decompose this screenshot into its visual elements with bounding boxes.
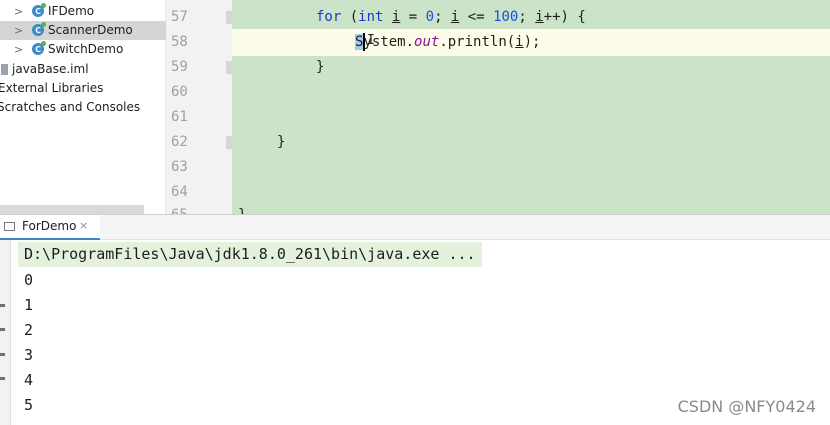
text-caret bbox=[363, 33, 365, 51]
console-line: 0 bbox=[24, 271, 34, 289]
console-line: 3 bbox=[24, 346, 34, 364]
tree-item-scannerdemo[interactable]: > C ScannerDemo bbox=[0, 21, 166, 40]
project-tree: > C IFDemo > C ScannerDemo > C SwitchDem… bbox=[0, 0, 166, 214]
tree-horizontal-scrollbar[interactable] bbox=[0, 205, 144, 214]
chevron-right-icon[interactable]: > bbox=[14, 21, 23, 40]
console-icon bbox=[4, 222, 15, 231]
console-command-line: D:\ProgramFiles\Java\jdk1.8.0_261\bin\ja… bbox=[18, 242, 482, 267]
java-class-icon: C bbox=[32, 22, 46, 36]
chevron-right-icon[interactable]: > bbox=[14, 40, 23, 59]
line-number: 57 bbox=[171, 9, 188, 25]
tree-item-switchdemo[interactable]: > C SwitchDemo bbox=[0, 40, 166, 59]
close-icon[interactable]: × bbox=[79, 219, 88, 232]
tree-item-label: IFDemo bbox=[48, 4, 95, 18]
tree-item-ifdemo[interactable]: > C IFDemo bbox=[0, 2, 166, 21]
fold-marker[interactable] bbox=[226, 136, 232, 149]
tree-item-label: javaBase.iml bbox=[12, 62, 89, 76]
code-line-59: } bbox=[316, 59, 325, 75]
tree-item-iml[interactable]: javaBase.iml bbox=[0, 60, 166, 79]
code-line-65: } bbox=[238, 205, 246, 214]
toolbar-button-icon[interactable] bbox=[0, 353, 5, 356]
tree-item-external-libraries[interactable]: External Libraries bbox=[0, 79, 166, 98]
line-number: 59 bbox=[171, 59, 188, 75]
line-number: 62 bbox=[171, 134, 188, 150]
tree-item-label: Scratches and Consoles bbox=[0, 100, 141, 114]
chevron-right-icon[interactable]: > bbox=[14, 2, 23, 21]
code-line-58: System.out.println(i); bbox=[355, 34, 541, 50]
line-number: 58 bbox=[171, 34, 188, 50]
toolbar-button-icon[interactable] bbox=[0, 377, 5, 380]
code-line-62: } bbox=[277, 134, 286, 150]
code-line-57: for (int i = 0; i <= 100; i++) { bbox=[316, 9, 586, 25]
line-number: 60 bbox=[171, 84, 188, 100]
line-number: 63 bbox=[171, 159, 188, 175]
fold-marker[interactable] bbox=[226, 61, 232, 74]
run-tool-header: ForDemo × bbox=[0, 214, 830, 240]
tab-label: ForDemo bbox=[22, 219, 77, 233]
line-number: 61 bbox=[171, 109, 188, 125]
java-class-icon: C bbox=[32, 3, 46, 17]
run-toolbar bbox=[0, 240, 11, 425]
fold-marker[interactable] bbox=[226, 11, 232, 24]
line-number: 64 bbox=[171, 184, 188, 200]
tree-item-label: SwitchDemo bbox=[48, 42, 124, 56]
watermark: CSDN @NFY0424 bbox=[677, 397, 816, 416]
toolbar-button-icon[interactable] bbox=[0, 304, 5, 307]
tree-item-label: ScannerDemo bbox=[48, 23, 133, 37]
line-number: 65 bbox=[171, 205, 201, 214]
tree-item-label: External Libraries bbox=[0, 81, 104, 95]
ibeam-cursor-icon: I bbox=[367, 33, 375, 48]
tree-item-scratches[interactable]: Scratches and Consoles bbox=[0, 98, 166, 117]
console-line: 5 bbox=[24, 396, 34, 414]
java-class-icon: C bbox=[32, 41, 46, 55]
toolbar-button-icon[interactable] bbox=[0, 328, 5, 331]
console-line: 1 bbox=[24, 296, 34, 314]
console-line: 4 bbox=[24, 371, 34, 389]
console-line: 2 bbox=[24, 321, 34, 339]
module-file-icon bbox=[1, 64, 8, 75]
tab-fordemo[interactable]: ForDemo × bbox=[0, 215, 100, 240]
